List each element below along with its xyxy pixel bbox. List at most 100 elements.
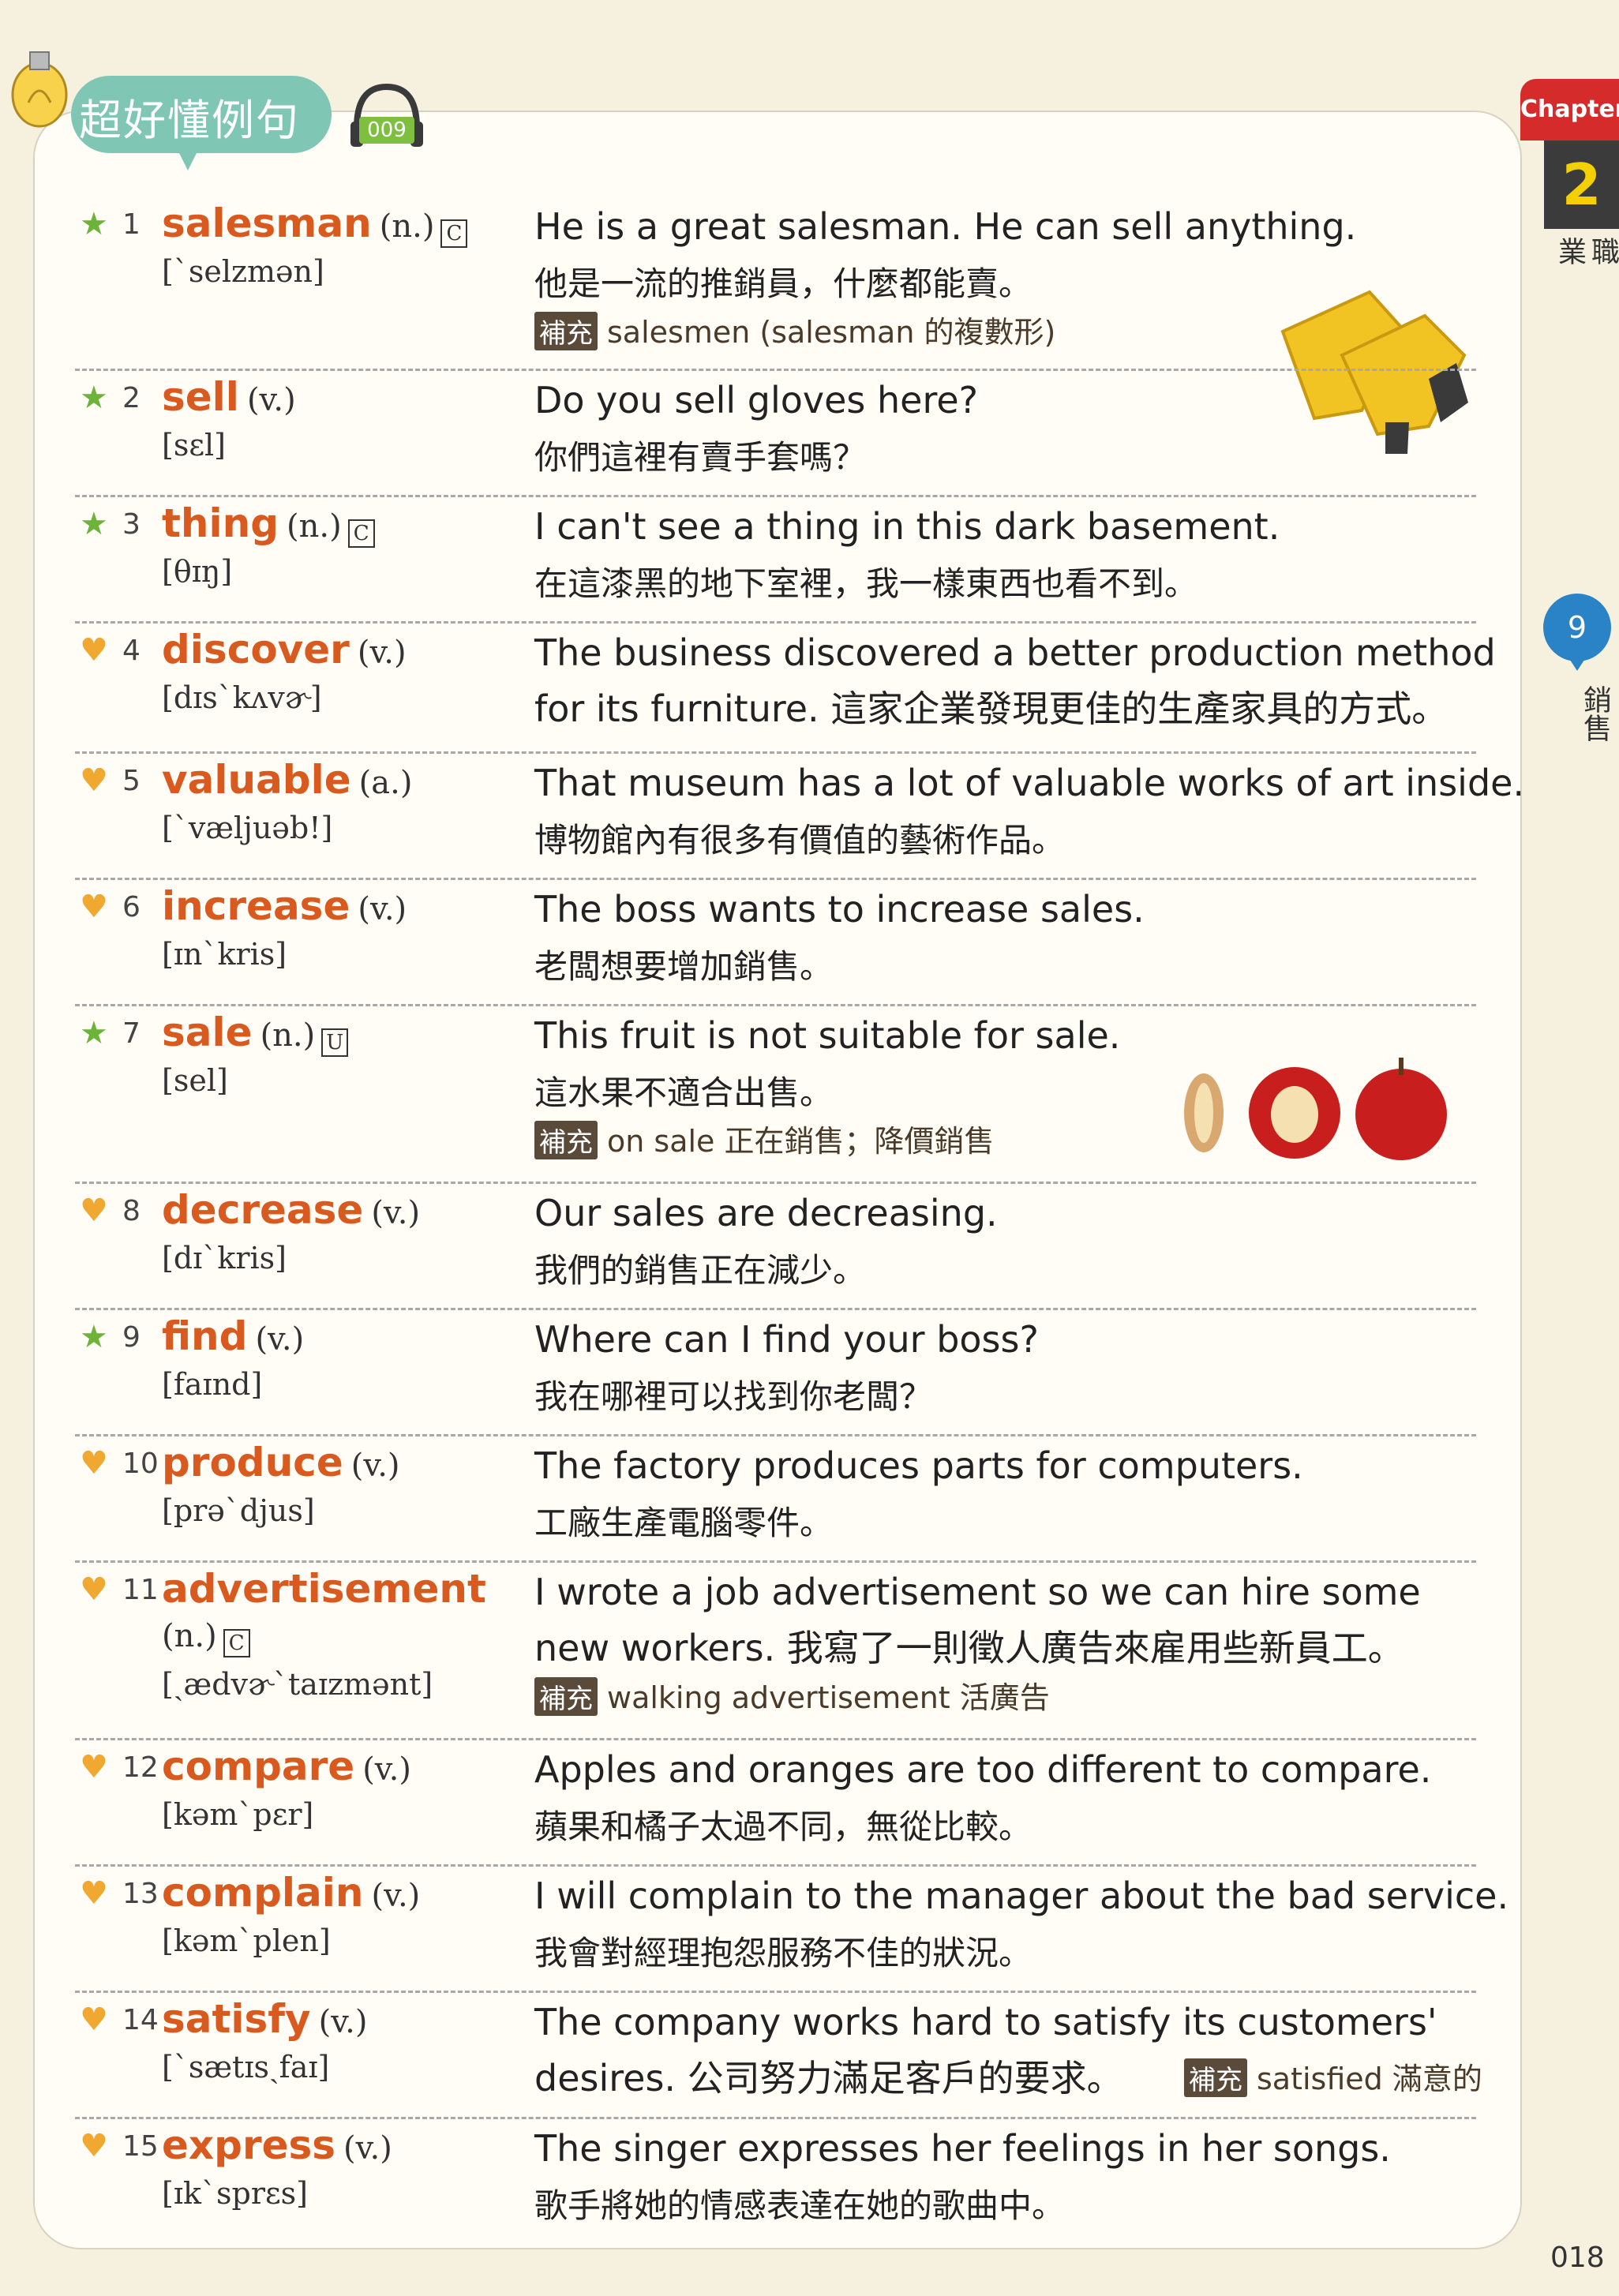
chinese-translation: 這水果不適合出售。 [534, 1073, 834, 1112]
headword: valuable [162, 757, 351, 803]
phonetic: [kəmˋpɛr] [162, 1797, 314, 1832]
example-sentence: The singer expresses her feelings in her… [534, 2127, 1391, 2170]
chinese-translation: 在這漆黑的地下室裡，我一樣東西也看不到。 [534, 564, 1198, 603]
heart-icon: ♥ [80, 1193, 108, 1229]
example-sentence: The business discovered a better product… [534, 631, 1496, 674]
heart-icon: ♥ [80, 1875, 108, 1912]
chapter-label: Chapter [1520, 79, 1619, 140]
entry-row: ♥ 11 advertisement (n.) C [ˏædvɚˋtaɪzmənt] I w… [75, 1563, 1476, 1740]
chinese-translation: 工廠生產電腦零件。 [534, 1504, 834, 1542]
supplement-tag: 補充 [534, 1121, 598, 1159]
entry-number: 4 [122, 635, 141, 667]
entry-row: ★ 2 sell (v.) [sɛl] Do you sell gloves here? 你… [75, 371, 1476, 497]
headword-line: sale (n.) U [162, 1009, 349, 1057]
headword: compare [162, 1744, 355, 1789]
headword: find [162, 1313, 248, 1359]
example-sentence-continued: desires. 公司努力滿足客戶的要求。 [534, 2057, 1123, 2099]
part-of-speech: (v.) [246, 382, 296, 418]
example-sentence-continued: for its furniture. 這家企業發現更佳的生產家具的方式。 [534, 687, 1448, 730]
entry-row: ♥ 13 complain (v.) [kəmˋplen] I will complain… [75, 1867, 1508, 1993]
entry-number: 6 [122, 891, 141, 923]
entry-row: ♥ 5 valuable (a.) [ˋvæljuəb!] That museum has… [75, 754, 1524, 880]
lesson-badge: 9 [1543, 594, 1611, 661]
headword: produce [162, 1440, 343, 1485]
chapter-number: 2 [1544, 140, 1619, 229]
example-sentence: This fruit is not suitable for sale. [534, 1014, 1121, 1057]
headword-line: produce (v.) [162, 1440, 400, 1485]
entry-row: ♥ 15 express (v.) [ɪkˋsprɛs] The singer expre… [75, 2119, 1476, 2249]
headword-line: express (v.) [162, 2122, 392, 2168]
entry-number: 11 [122, 1574, 159, 1606]
part-of-speech: (v.) [362, 1751, 411, 1788]
star-icon: ★ [80, 206, 108, 242]
headword-line: satisfy (v.) [162, 1996, 367, 2042]
phonetic: [ɪnˋkris] [162, 937, 287, 972]
heart-icon: ♥ [80, 1571, 108, 1608]
supplement-text: satisfied 滿意的 [1257, 2062, 1482, 2096]
example-sentence: The factory produces parts for computers… [534, 1444, 1303, 1487]
chapter-category: 職業 [1553, 237, 1619, 265]
page-number: 018 [1550, 2242, 1605, 2274]
entry-row: ♥ 6 increase (v.) [ɪnˋkris] The boss wants to… [75, 880, 1476, 1006]
example-sentence: He is a great salesman. He can sell anyt… [534, 205, 1357, 248]
phonetic: [θɪŋ] [162, 554, 233, 589]
heart-icon: ♥ [80, 2002, 108, 2038]
entry-row: ♥ 10 produce (v.) [prəˋdjus] The factory prod… [75, 1436, 1476, 1563]
heart-icon: ♥ [80, 889, 108, 925]
entry-number: 8 [122, 1195, 141, 1227]
entry-row: ★ 9 find (v.) [faɪnd] Where can I find your b… [75, 1310, 1476, 1436]
audio-track-badge[interactable]: 009 [359, 117, 414, 144]
star-icon: ★ [80, 506, 108, 542]
headword: thing [162, 500, 279, 546]
heart-icon: ♥ [80, 632, 108, 669]
section-title: 超好懂例句 [79, 96, 300, 145]
headword-line: sell (v.) [162, 374, 296, 420]
chinese-translation: 我在哪裡可以找到你老闆？ [534, 1377, 933, 1416]
phonetic: [ˏædvɚˋtaɪzmənt] [162, 1667, 433, 1702]
headword-line: discover (v.) [162, 627, 407, 672]
headword: complain [162, 1870, 364, 1916]
heart-icon: ♥ [80, 762, 108, 799]
headword-line: advertisement [162, 1566, 486, 1612]
chinese-translation: 老闆想要增加銷售。 [534, 947, 834, 986]
entry-number: 1 [122, 208, 141, 241]
entry-number: 5 [122, 765, 141, 797]
headword: sale [162, 1009, 253, 1055]
headword: advertisement [162, 1566, 486, 1612]
headword-line: complain (v.) [162, 1870, 420, 1916]
entry-number: 7 [122, 1017, 141, 1050]
entry-row: ♥ 4 discover (v.) [dɪsˋkʌvɚ] The business dis… [75, 624, 1496, 754]
headword-line: salesman (n.) C [162, 200, 468, 248]
entry-number: 13 [122, 1878, 159, 1910]
chinese-translation: 他是一流的推銷員，什麼都能賣。 [534, 264, 1032, 303]
entry-number: 15 [122, 2130, 159, 2163]
heart-icon: ♥ [80, 1445, 108, 1481]
example-sentence: That museum has a lot of valuable works … [534, 762, 1525, 804]
headword-line: increase (v.) [162, 883, 407, 929]
countability-badge: C [440, 219, 468, 248]
supplement-note: 補充 walking advertisement 活廣告 [534, 1673, 1050, 1717]
supplement-text: salesmen (salesman 的複數形) [607, 315, 1056, 350]
chinese-translation: 蘋果和橘子太過不同，無從比較。 [534, 1807, 1032, 1846]
part-of-speech: (n.) [162, 1618, 217, 1654]
part-of-speech: (n.) [287, 508, 342, 545]
phonetic: [ˋsætɪsˏfaɪ] [162, 2050, 330, 2084]
example-sentence: I can't see a thing in this dark basemen… [534, 505, 1280, 548]
star-icon: ★ [80, 1015, 108, 1051]
headword-line: thing (n.) C [162, 500, 375, 548]
lesson-badge-tail [1567, 655, 1587, 671]
phonetic: [prəˋdjus] [162, 1493, 315, 1528]
part-of-speech: (a.) [358, 765, 413, 801]
entry-row: ♥ 8 decrease (v.) [dɪˋkris] Our sales are dec… [75, 1184, 1476, 1310]
part-of-speech: (v.) [343, 2130, 392, 2167]
supplement-tag: 補充 [534, 1677, 598, 1716]
entry-number: 2 [122, 382, 141, 414]
chinese-translation: 你們這裡有賣手套嗎？ [534, 438, 867, 477]
entry-row: ♥ 12 compare (v.) [kəmˋpɛr] Apples and orange… [75, 1740, 1476, 1867]
part-of-speech: (n.) [260, 1017, 316, 1054]
example-sentence: I will complain to the manager about the… [534, 1875, 1509, 1917]
example-sentence: Do you sell gloves here? [534, 379, 979, 421]
entry-number: 14 [122, 2004, 159, 2036]
entry-number: 3 [122, 508, 141, 541]
phonetic: [faɪnd] [162, 1367, 263, 1402]
